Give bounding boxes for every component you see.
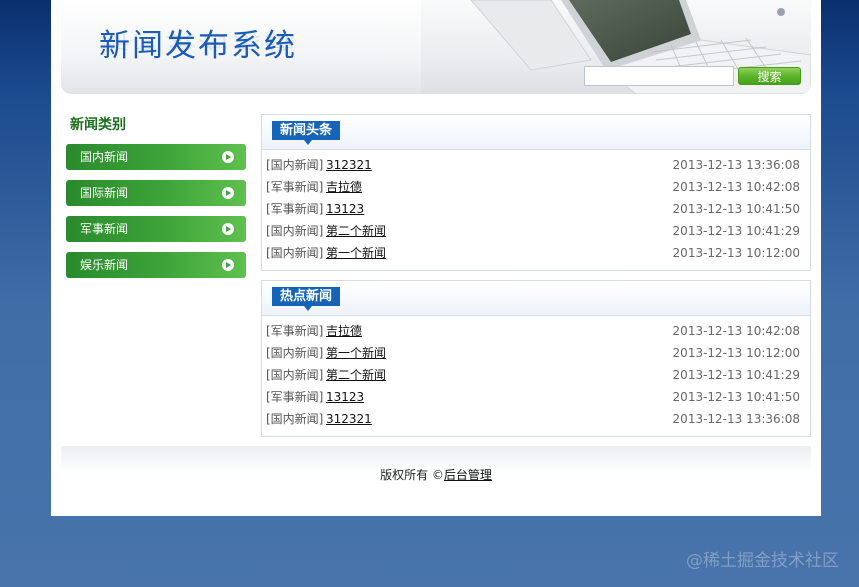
- header-banner: 新闻发布系统 新闻发布系统 搜索: [61, 0, 811, 94]
- watermark: @稀土掘金技术社区: [686, 551, 839, 571]
- news-row: [国内新闻] 第一个新闻 2013-12-13 10:12:00: [262, 342, 810, 364]
- copyright-text: 版权所有 ©: [380, 468, 444, 482]
- news-title-link[interactable]: 第一个新闻: [326, 342, 386, 364]
- footer: 版权所有 ©后台管理: [61, 446, 811, 506]
- news-title-link[interactable]: 13123: [326, 386, 364, 408]
- chevron-right-icon: [222, 259, 234, 271]
- news-title-link[interactable]: 吉拉德: [326, 176, 362, 198]
- chevron-right-icon: [222, 223, 234, 235]
- news-row: [国内新闻] 312321 2013-12-13 13:36:08: [262, 408, 810, 430]
- sidebar-item-domestic[interactable]: 国内新闻: [66, 144, 246, 170]
- news-row: [军事新闻] 吉拉德 2013-12-13 10:42:08: [262, 320, 810, 342]
- sidebar-item-label: 娱乐新闻: [80, 258, 129, 272]
- news-time: 2013-12-13 10:12:00: [672, 246, 800, 260]
- news-row: [国内新闻] 第二个新闻 2013-12-13 10:41:29: [262, 220, 810, 242]
- chevron-right-icon: [222, 187, 234, 199]
- news-title-link[interactable]: 312321: [326, 408, 372, 430]
- news-row: [军事新闻] 13123 2013-12-13 10:41:50: [262, 386, 810, 408]
- hot-news-panel: 热点新闻 [军事新闻] 吉拉德 2013-12-13 10:42:08 [国内新…: [261, 280, 811, 437]
- news-title-link[interactable]: 13123: [326, 198, 364, 220]
- sidebar-item-label: 国内新闻: [80, 150, 129, 164]
- news-category: [国内新闻]: [266, 224, 324, 238]
- headlines-title: 新闻头条: [272, 121, 341, 145]
- news-row: [国内新闻] 312321 2013-12-13 13:36:08: [262, 154, 810, 176]
- sidebar-item-label: 军事新闻: [80, 222, 129, 236]
- sidebar-item-entertainment[interactable]: 娱乐新闻: [66, 252, 246, 278]
- news-title-link[interactable]: 第一个新闻: [326, 242, 386, 264]
- news-category: [国内新闻]: [266, 158, 324, 172]
- sidebar-title: 新闻类别: [70, 117, 126, 133]
- headlines-panel: 新闻头条 [国内新闻] 312321 2013-12-13 13:36:08 […: [261, 114, 811, 271]
- news-category: [军事新闻]: [266, 180, 324, 194]
- sidebar-item-military[interactable]: 军事新闻: [66, 216, 246, 242]
- search-input[interactable]: [584, 66, 734, 86]
- news-title-link[interactable]: 第二个新闻: [326, 220, 386, 242]
- news-category: [军事新闻]: [266, 324, 324, 338]
- news-row: [国内新闻] 第二个新闻 2013-12-13 10:41:29: [262, 364, 810, 386]
- news-time: 2013-12-13 10:42:08: [672, 324, 800, 338]
- news-row: [军事新闻] 吉拉德 2013-12-13 10:42:08: [262, 176, 810, 198]
- news-time: 2013-12-13 10:42:08: [672, 180, 800, 194]
- search-button[interactable]: 搜索: [738, 67, 801, 85]
- news-row: [国内新闻] 第一个新闻 2013-12-13 10:12:00: [262, 242, 810, 264]
- news-title-link[interactable]: 第二个新闻: [326, 364, 386, 386]
- news-category: [军事新闻]: [266, 202, 324, 216]
- sidebar-item-international[interactable]: 国际新闻: [66, 180, 246, 206]
- news-category: [国内新闻]: [266, 368, 324, 382]
- page-container: 新闻发布系统 新闻发布系统 搜索 新闻类别 国内新闻 国际新闻 军事新闻 娱乐新…: [51, 0, 821, 516]
- news-category: [国内新闻]: [266, 246, 324, 260]
- news-time: 2013-12-13 13:36:08: [672, 158, 800, 172]
- news-category: [国内新闻]: [266, 412, 324, 426]
- news-time: 2013-12-13 10:41:50: [672, 202, 800, 216]
- chevron-right-icon: [222, 151, 234, 163]
- admin-link[interactable]: 后台管理: [444, 468, 492, 482]
- headlines-header: 新闻头条: [262, 115, 810, 150]
- news-time: 2013-12-13 10:41:29: [672, 368, 800, 382]
- news-time: 2013-12-13 10:12:00: [672, 346, 800, 360]
- hot-news-title: 热点新闻: [272, 287, 341, 311]
- news-title-link[interactable]: 吉拉德: [326, 320, 362, 342]
- news-category: [军事新闻]: [266, 390, 324, 404]
- news-category: [国内新闻]: [266, 346, 324, 360]
- news-time: 2013-12-13 13:36:08: [672, 412, 800, 426]
- footer-text: 版权所有 ©后台管理: [61, 466, 811, 483]
- news-time: 2013-12-13 10:41:29: [672, 224, 800, 238]
- sidebar-item-label: 国际新闻: [80, 186, 129, 200]
- news-title-link[interactable]: 312321: [326, 154, 372, 176]
- hot-news-header: 热点新闻: [262, 281, 810, 316]
- site-title-reflection: 新闻发布系统: [99, 31, 297, 52]
- news-time: 2013-12-13 10:41:50: [672, 390, 800, 404]
- news-row: [军事新闻] 13123 2013-12-13 10:41:50: [262, 198, 810, 220]
